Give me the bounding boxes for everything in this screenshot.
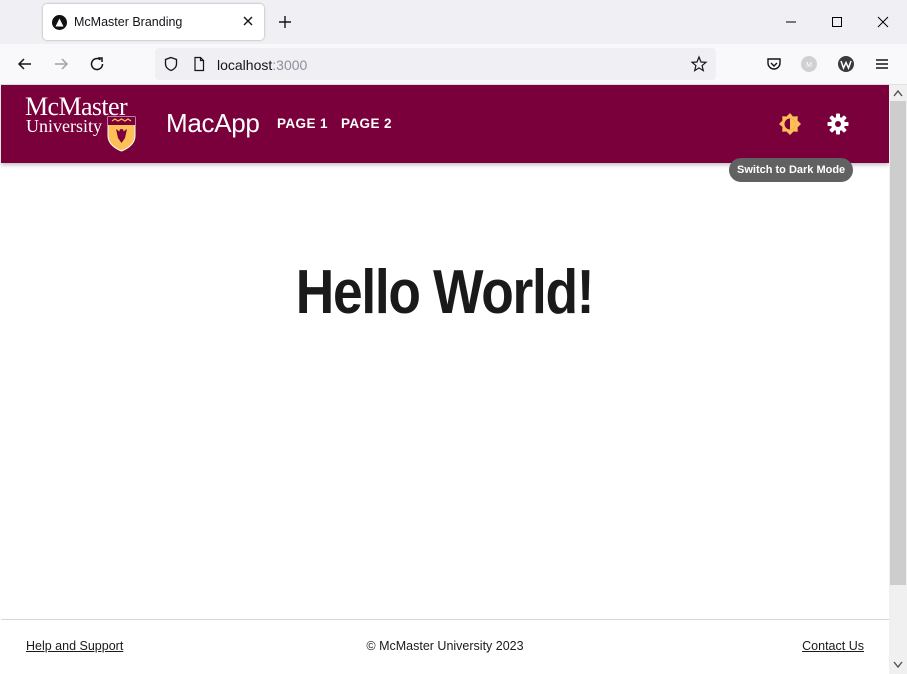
browser-tab[interactable]: McMaster Branding: [43, 4, 264, 40]
tab-close-icon[interactable]: [240, 13, 256, 29]
crest-icon: [107, 116, 136, 152]
extension-icon[interactable]: M: [800, 55, 818, 73]
page-footer: Help and Support © McMaster University 2…: [1, 619, 889, 672]
page-icon[interactable]: [191, 56, 207, 72]
window-minimize-icon[interactable]: [781, 12, 801, 32]
window-close-icon[interactable]: [873, 12, 893, 32]
settings-gear-icon[interactable]: [824, 110, 852, 138]
page-viewport: McMaster University MacApp PAGE 1 PAGE 2: [0, 85, 907, 674]
new-tab-icon[interactable]: [277, 14, 293, 30]
url-text[interactable]: localhost:3000: [217, 57, 307, 73]
bookmark-star-icon[interactable]: [690, 55, 708, 73]
dark-mode-tooltip: Switch to Dark Mode: [729, 158, 854, 182]
menu-icon[interactable]: [873, 55, 891, 73]
back-icon[interactable]: [16, 55, 34, 73]
nextjs-favicon-icon: [52, 15, 67, 30]
window-maximize-icon[interactable]: [827, 12, 847, 32]
browser-tabstrip: McMaster Branding: [0, 0, 907, 44]
page-heading: Hello World!: [295, 258, 595, 327]
nav-page-2[interactable]: PAGE 2: [341, 116, 392, 131]
logo-wordmark-bottom: University: [26, 116, 102, 136]
forward-icon[interactable]: [52, 55, 70, 73]
scroll-up-icon[interactable]: [893, 89, 903, 97]
mcmaster-logo[interactable]: McMaster University: [25, 94, 140, 156]
app-header: McMaster University MacApp PAGE 1 PAGE 2: [1, 85, 889, 163]
tab-title: McMaster Branding: [74, 15, 183, 29]
nav-page-1[interactable]: PAGE 1: [277, 116, 328, 131]
copyright-text: © McMaster University 2023: [366, 639, 524, 653]
reload-icon[interactable]: [88, 55, 106, 73]
pocket-icon[interactable]: [765, 55, 783, 73]
wordpress-icon[interactable]: [837, 55, 855, 73]
scroll-down-icon[interactable]: [893, 661, 903, 669]
shield-icon[interactable]: [163, 56, 179, 72]
browser-navbar: localhost:3000 M: [0, 44, 907, 85]
scrollbar-thumb[interactable]: [890, 101, 906, 585]
app-title[interactable]: MacApp: [166, 108, 260, 139]
theme-toggle-icon[interactable]: [776, 110, 804, 138]
svg-text:M: M: [806, 62, 812, 69]
contact-us-link[interactable]: Contact Us: [802, 639, 864, 653]
vertical-scrollbar[interactable]: [889, 85, 907, 674]
url-bar[interactable]: localhost:3000: [155, 48, 716, 80]
